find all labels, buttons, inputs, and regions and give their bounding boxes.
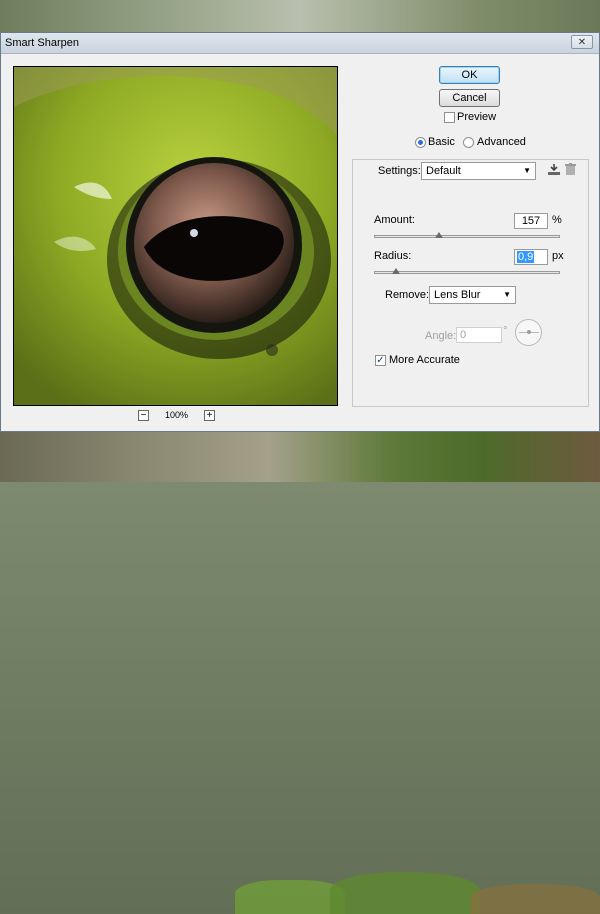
chevron-down-icon: ▼ <box>523 166 531 175</box>
chevron-down-icon: ▼ <box>503 290 511 299</box>
amount-slider-track[interactable] <box>374 235 560 238</box>
zoom-in-button[interactable]: + <box>204 410 215 421</box>
more-accurate-checkbox[interactable]: ✓ <box>375 355 386 366</box>
save-settings-icon[interactable] <box>547 163 561 179</box>
preview-label: Preview <box>457 111 497 123</box>
settings-dropdown[interactable]: Default ▼ <box>421 162 536 180</box>
remove-value: Lens Blur <box>434 289 481 301</box>
radius-label: Radius: <box>374 250 412 262</box>
title-bar: Smart Sharpen ✕ <box>1 33 599 54</box>
preview-checkbox[interactable] <box>444 112 455 123</box>
settings-group <box>352 159 589 407</box>
trash-icon[interactable] <box>565 163 576 179</box>
smart-sharpen-dialog: Smart Sharpen ✕ − 100% + OK Cancel Previ… <box>0 32 600 432</box>
angle-unit: ° <box>503 325 508 337</box>
ok-button[interactable]: OK <box>439 66 500 84</box>
radius-field[interactable]: 0,9 <box>514 249 548 265</box>
advanced-label: Advanced <box>477 136 526 148</box>
amount-slider-thumb[interactable] <box>435 232 444 238</box>
amount-unit: % <box>552 214 562 226</box>
cancel-button[interactable]: Cancel <box>439 89 500 107</box>
moss-shape <box>235 880 345 914</box>
close-button[interactable]: ✕ <box>571 35 593 49</box>
basic-radio[interactable] <box>415 137 426 148</box>
radius-slider-thumb[interactable] <box>392 268 401 274</box>
radius-value: 0,9 <box>517 251 535 263</box>
background-photo-bottom <box>0 432 600 914</box>
more-accurate-label: More Accurate <box>389 354 460 366</box>
moss-shape <box>330 872 480 914</box>
basic-label: Basic <box>428 136 455 148</box>
amount-field[interactable]: 157 <box>514 213 548 229</box>
amount-label: Amount: <box>374 214 415 226</box>
remove-label: Remove: <box>385 289 430 301</box>
remove-dropdown[interactable]: Lens Blur ▼ <box>429 286 516 304</box>
zoom-out-button[interactable]: − <box>138 410 149 421</box>
settings-value: Default <box>426 165 461 177</box>
zoom-level: 100% <box>165 410 189 420</box>
angle-field[interactable]: 0 <box>456 327 502 343</box>
preview-image[interactable] <box>13 66 338 406</box>
background-photo-top <box>0 0 600 32</box>
frog-eye-image <box>14 67 337 405</box>
moss-shape <box>470 884 600 914</box>
angle-label: Angle: <box>425 330 457 342</box>
angle-dial-icon[interactable] <box>515 319 542 346</box>
advanced-radio[interactable] <box>463 137 474 148</box>
radius-slider-track[interactable] <box>374 271 560 274</box>
radius-unit: px <box>552 250 564 262</box>
dialog-title: Smart Sharpen <box>5 37 79 49</box>
settings-label: Settings: <box>378 165 421 177</box>
